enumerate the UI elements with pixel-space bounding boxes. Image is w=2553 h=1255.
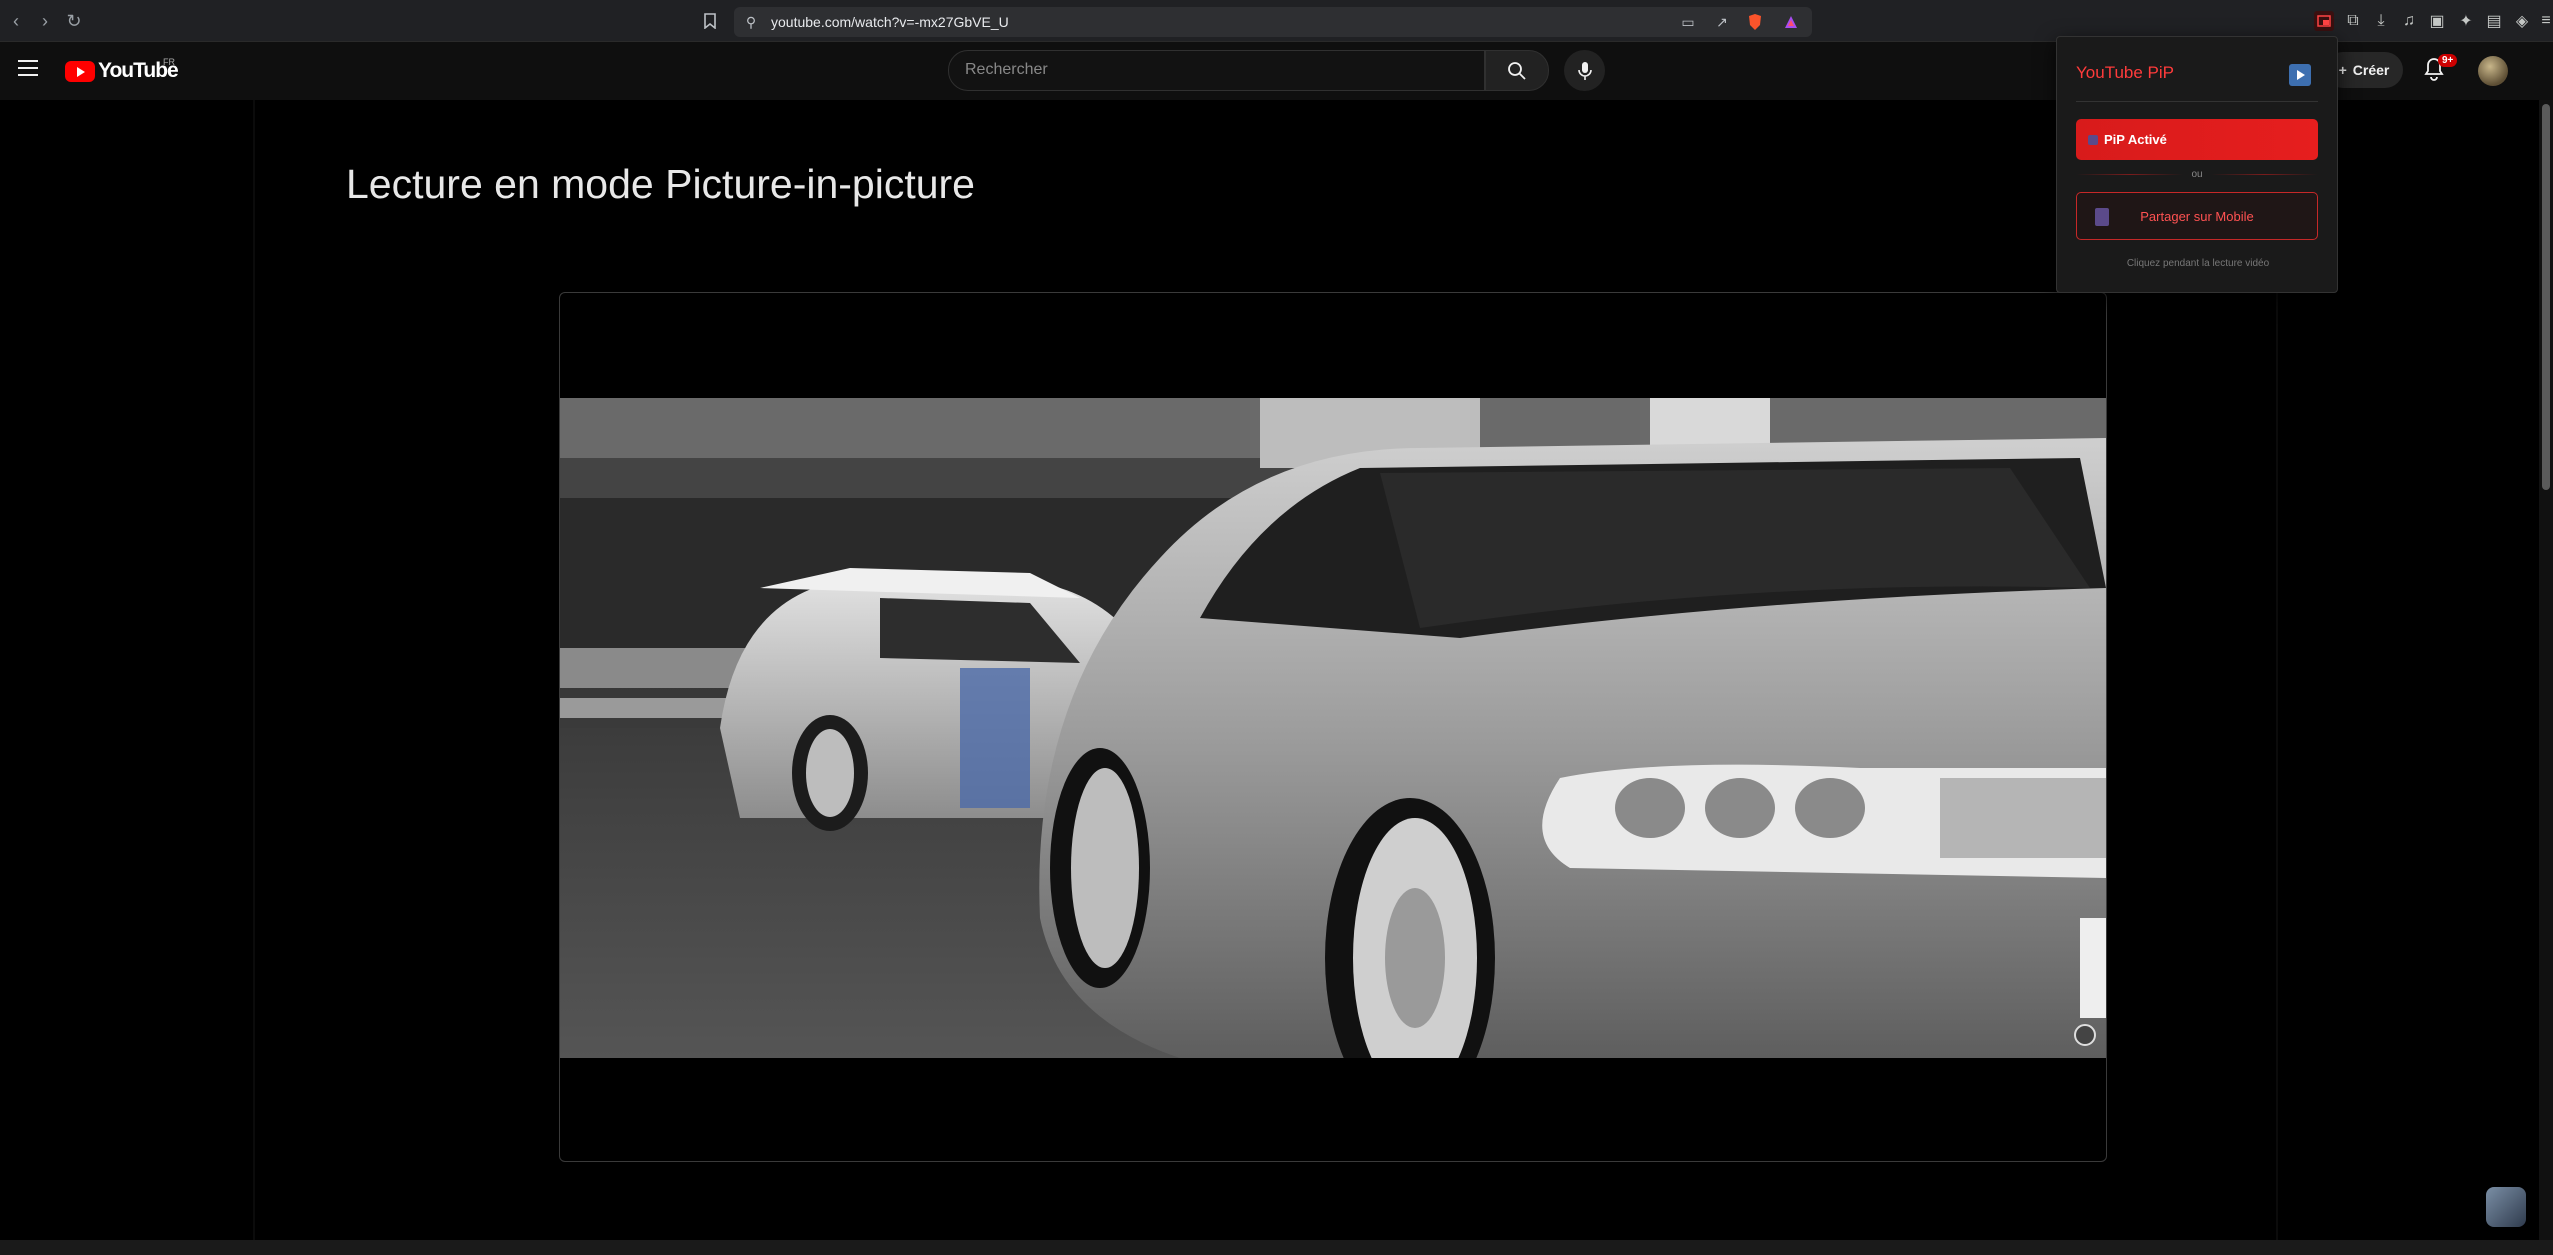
- avatar[interactable]: [2478, 56, 2508, 86]
- popup-title: YouTube PiP: [2076, 63, 2174, 82]
- media-icon[interactable]: ♫: [2399, 11, 2419, 31]
- brave-rewards-icon[interactable]: [1782, 13, 1800, 31]
- share-mobile-button[interactable]: Partager sur Mobile: [2076, 192, 2318, 240]
- pip-active-label: PiP Activé: [2104, 132, 2167, 147]
- scrollbar-thumb[interactable]: [2542, 104, 2550, 490]
- pip-launch-icon[interactable]: [2289, 64, 2311, 86]
- cast-icon[interactable]: ▭: [1679, 13, 1697, 31]
- share-mobile-label: Partager sur Mobile: [2140, 208, 2254, 224]
- site-info-icon[interactable]: ⚲: [742, 13, 760, 31]
- separator: ou: [2076, 167, 2318, 181]
- search-box: [948, 50, 1485, 91]
- brave-shield-icon[interactable]: [1746, 13, 1764, 31]
- search-input[interactable]: [965, 61, 1445, 79]
- plus-icon: +: [2338, 62, 2347, 78]
- bookmark-icon[interactable]: [698, 9, 722, 33]
- youtube-logo[interactable]: YouTube FR: [65, 57, 179, 83]
- screenshot-icon[interactable]: ▣: [2427, 11, 2447, 31]
- pip-placeholder-frame[interactable]: [559, 292, 2107, 1162]
- menu-icon[interactable]: ≡: [2540, 11, 2552, 31]
- pip-extension-popup: YouTube PiP PiP Activé ou Partager sur M…: [2056, 36, 2338, 293]
- notification-badge: 9+: [2438, 54, 2458, 67]
- horizontal-scrollbar[interactable]: [0, 1240, 2553, 1255]
- reload-icon[interactable]: ↻: [62, 9, 86, 33]
- pip-extension-icon[interactable]: [2314, 11, 2334, 31]
- youtube-play-icon: [65, 60, 95, 82]
- create-label: Créer: [2352, 62, 2390, 78]
- popup-divider: [2076, 101, 2318, 102]
- country-code: FR: [163, 57, 175, 67]
- search-button[interactable]: [1485, 50, 1549, 91]
- separator-label: ou: [2191, 168, 2203, 180]
- video-frame-image: [560, 398, 2106, 1058]
- back-icon[interactable]: ‹: [4, 9, 28, 33]
- leo-icon[interactable]: ✦: [2456, 11, 2476, 31]
- floating-thumbnail[interactable]: [2486, 1187, 2526, 1227]
- search-icon: [1508, 61, 1526, 80]
- page-title: Lecture en mode Picture-in-picture: [346, 161, 975, 207]
- forward-icon[interactable]: ›: [33, 9, 57, 33]
- address-bar[interactable]: ⚲ youtube.com/watch?v=-mx27GbVE_U ▭ ↗: [734, 7, 1812, 37]
- popup-hint: Cliquez pendant la lecture vidéo: [2126, 258, 2270, 269]
- video-player[interactable]: [560, 398, 2106, 1058]
- download-icon[interactable]: ⤓: [2371, 11, 2391, 31]
- wallet-icon[interactable]: ▤: [2484, 11, 2504, 31]
- url-text[interactable]: youtube.com/watch?v=-mx27GbVE_U: [771, 14, 1009, 30]
- guide-menu-icon[interactable]: [18, 60, 38, 76]
- mobile-icon: [2095, 208, 2109, 226]
- pip-icon: [2088, 134, 2098, 145]
- pip-active-button[interactable]: PiP Activé: [2076, 119, 2318, 160]
- share-icon[interactable]: ↗: [1713, 13, 1731, 31]
- extensions-icon[interactable]: ⧉: [2343, 11, 2363, 31]
- microphone-icon: [1577, 61, 1592, 80]
- voice-search-button[interactable]: [1564, 50, 1605, 91]
- vpn-icon[interactable]: ◈: [2512, 11, 2532, 31]
